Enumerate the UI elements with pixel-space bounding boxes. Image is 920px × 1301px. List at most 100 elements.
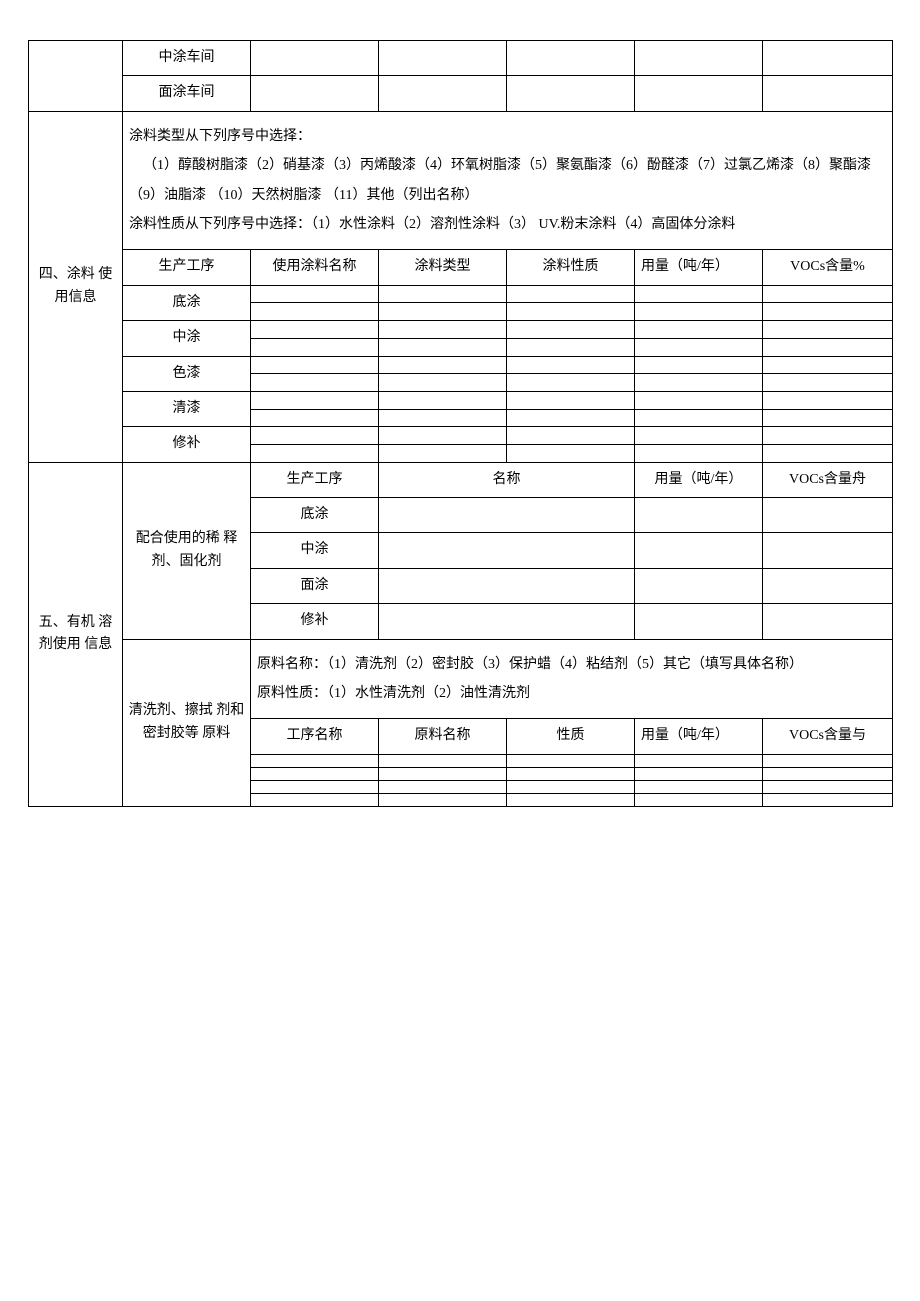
empty-cell bbox=[763, 780, 893, 793]
empty-cell bbox=[251, 321, 379, 339]
table-row: 中涂车间 bbox=[29, 41, 893, 76]
empty-cell bbox=[507, 338, 635, 356]
col-header: 用量（吨/年） bbox=[635, 462, 763, 497]
section-4-title: 四、涂料 使用信息 bbox=[29, 111, 123, 462]
empty-cell bbox=[763, 754, 893, 767]
empty-cell bbox=[379, 356, 507, 374]
table-row: 清洗剂、擦拭 剂和密封胶等 原料 原料名称：（1）清洗剂（2）密封胶（3）保护蜡… bbox=[29, 639, 893, 719]
empty-cell bbox=[379, 338, 507, 356]
notes-text: 原料名称：（1）清洗剂（2）密封胶（3）保护蜡（4）粘结剂（5）其它（填写具体名… bbox=[257, 657, 803, 672]
empty-cell bbox=[507, 303, 635, 321]
col-header: 工序名称 bbox=[251, 719, 379, 754]
process-label: 中涂 bbox=[123, 321, 251, 356]
col-header: VOCs含量% bbox=[763, 250, 893, 285]
empty-cell bbox=[379, 568, 635, 603]
col-header: VOCs含量与 bbox=[763, 719, 893, 754]
workshop-label: 面涂车间 bbox=[123, 76, 251, 111]
empty-cell bbox=[379, 793, 507, 806]
empty-cell bbox=[763, 338, 893, 356]
empty-cell bbox=[507, 780, 635, 793]
table-row: 清漆 bbox=[29, 391, 893, 409]
empty-cell bbox=[507, 391, 635, 409]
empty-cell bbox=[251, 754, 379, 767]
prev-section-cell bbox=[29, 41, 123, 112]
empty-cell bbox=[251, 76, 379, 111]
empty-cell bbox=[635, 498, 763, 533]
empty-cell bbox=[251, 444, 379, 462]
empty-cell bbox=[763, 793, 893, 806]
col-header: 性质 bbox=[507, 719, 635, 754]
empty-cell bbox=[763, 285, 893, 303]
empty-cell bbox=[251, 374, 379, 392]
empty-cell bbox=[507, 793, 635, 806]
empty-cell bbox=[763, 427, 893, 445]
empty-cell bbox=[635, 391, 763, 409]
workshop-label: 中涂车间 bbox=[123, 41, 251, 76]
empty-cell bbox=[379, 444, 507, 462]
empty-cell bbox=[379, 780, 507, 793]
empty-cell bbox=[507, 374, 635, 392]
empty-cell bbox=[635, 303, 763, 321]
empty-cell bbox=[379, 303, 507, 321]
empty-cell bbox=[507, 285, 635, 303]
empty-cell bbox=[379, 533, 635, 568]
group2-notes: 原料名称：（1）清洗剂（2）密封胶（3）保护蜡（4）粘结剂（5）其它（填写具体名… bbox=[251, 639, 893, 719]
empty-cell bbox=[379, 427, 507, 445]
empty-cell bbox=[635, 321, 763, 339]
process-label: 底涂 bbox=[251, 498, 379, 533]
empty-cell bbox=[763, 767, 893, 780]
empty-cell bbox=[763, 374, 893, 392]
section-5-title: 五、有机 溶剂使用 信息 bbox=[29, 462, 123, 806]
process-label: 清漆 bbox=[123, 391, 251, 426]
empty-cell bbox=[763, 41, 893, 76]
empty-cell bbox=[635, 338, 763, 356]
empty-cell bbox=[251, 409, 379, 427]
empty-cell bbox=[763, 321, 893, 339]
empty-cell bbox=[635, 444, 763, 462]
empty-cell bbox=[763, 444, 893, 462]
empty-cell bbox=[635, 767, 763, 780]
empty-cell bbox=[507, 754, 635, 767]
empty-cell bbox=[763, 498, 893, 533]
empty-cell bbox=[379, 604, 635, 639]
empty-cell bbox=[507, 409, 635, 427]
empty-cell bbox=[635, 568, 763, 603]
empty-cell bbox=[763, 409, 893, 427]
empty-cell bbox=[507, 356, 635, 374]
empty-cell bbox=[507, 76, 635, 111]
empty-cell bbox=[763, 356, 893, 374]
group-label: 配合使用的稀 释剂、固化剂 bbox=[123, 462, 251, 639]
table-row: 四、涂料 使用信息 涂料类型从下列序号中选择： （1）醇酸树脂漆（2）硝基漆（3… bbox=[29, 111, 893, 250]
notes-text: 涂料类型从下列序号中选择： bbox=[129, 129, 311, 144]
empty-cell bbox=[635, 285, 763, 303]
process-label: 底涂 bbox=[123, 285, 251, 320]
table-row: 生产工序 使用涂料名称 涂料类型 涂料性质 用量（吨/年） VOCs含量% bbox=[29, 250, 893, 285]
empty-cell bbox=[379, 498, 635, 533]
table-row: 中涂 bbox=[29, 321, 893, 339]
table-row: 五、有机 溶剂使用 信息 配合使用的稀 释剂、固化剂 生产工序 名称 用量（吨/… bbox=[29, 462, 893, 497]
empty-cell bbox=[635, 780, 763, 793]
empty-cell bbox=[251, 303, 379, 321]
empty-cell bbox=[379, 409, 507, 427]
empty-cell bbox=[251, 780, 379, 793]
empty-cell bbox=[635, 427, 763, 445]
col-header: 使用涂料名称 bbox=[251, 250, 379, 285]
process-label: 面涂 bbox=[251, 568, 379, 603]
empty-cell bbox=[635, 356, 763, 374]
empty-cell bbox=[379, 285, 507, 303]
notes-text: （1）醇酸树脂漆（2）硝基漆（3）丙烯酸漆（4）环氧树脂漆（5）聚氨酯漆（6）酚… bbox=[129, 151, 886, 210]
empty-cell bbox=[251, 356, 379, 374]
empty-cell bbox=[379, 754, 507, 767]
table-row: 色漆 bbox=[29, 356, 893, 374]
col-header: 生产工序 bbox=[123, 250, 251, 285]
process-label: 中涂 bbox=[251, 533, 379, 568]
empty-cell bbox=[379, 41, 507, 76]
empty-cell bbox=[507, 767, 635, 780]
col-header: VOCs含量舟 bbox=[763, 462, 893, 497]
empty-cell bbox=[635, 793, 763, 806]
section-4-notes: 涂料类型从下列序号中选择： （1）醇酸树脂漆（2）硝基漆（3）丙烯酸漆（4）环氧… bbox=[123, 111, 893, 250]
empty-cell bbox=[251, 767, 379, 780]
empty-cell bbox=[251, 427, 379, 445]
empty-cell bbox=[763, 391, 893, 409]
group-label: 清洗剂、擦拭 剂和密封胶等 原料 bbox=[123, 639, 251, 806]
